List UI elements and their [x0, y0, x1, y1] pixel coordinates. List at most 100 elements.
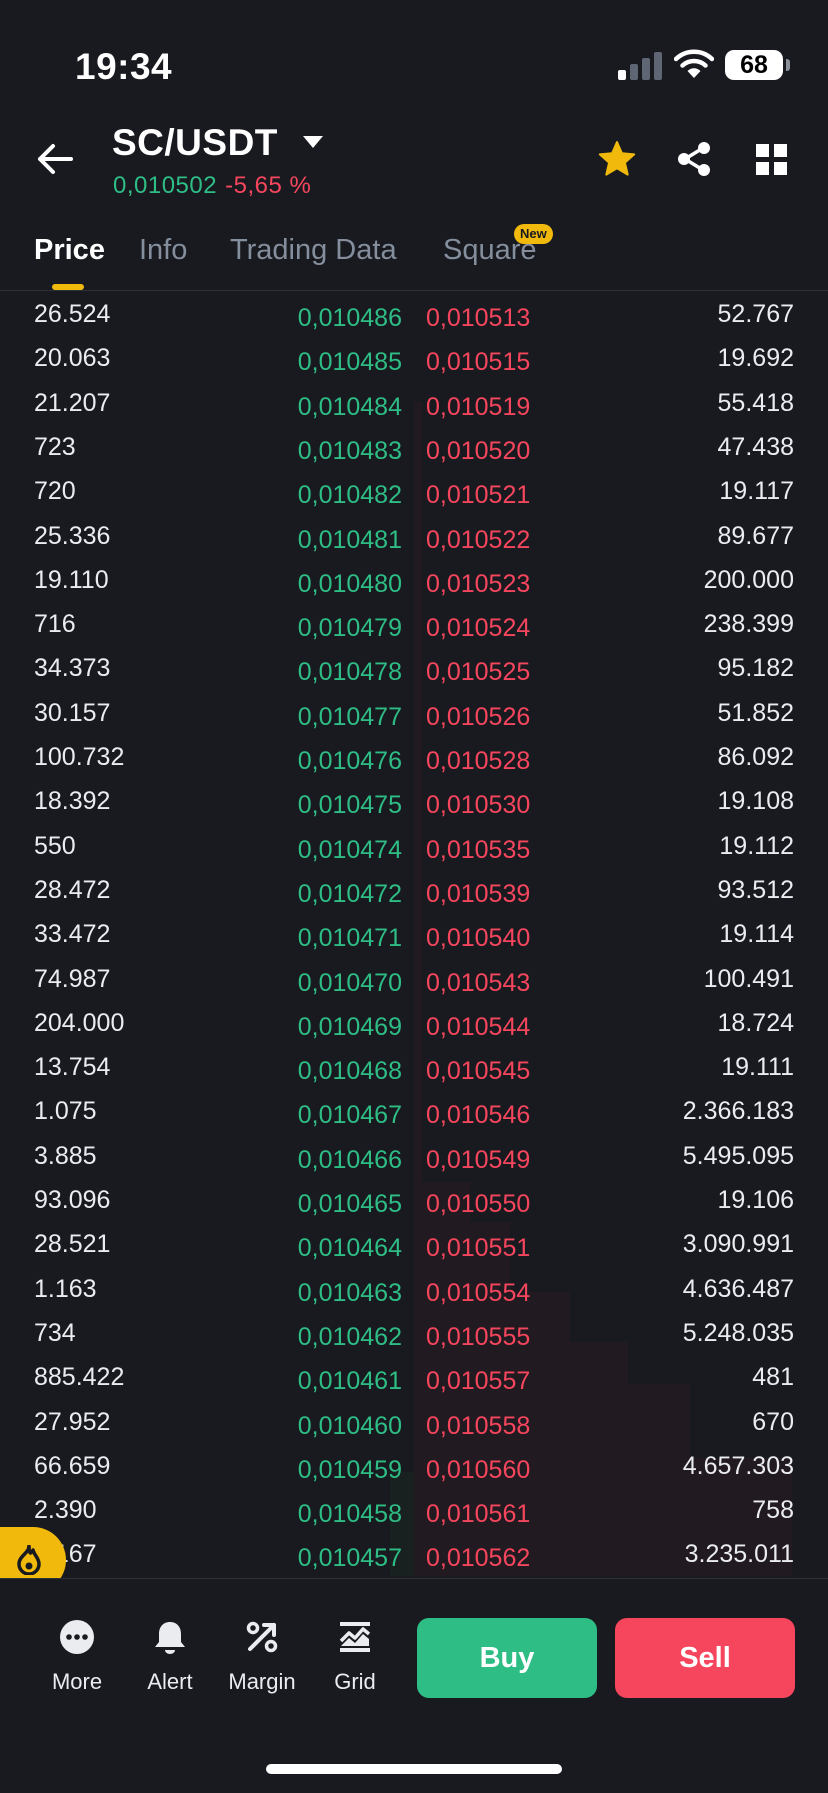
bid-price: 0,010482	[297, 481, 402, 510]
order-book-row[interactable]: 18.392 0,010475 0,010530 19.108	[0, 779, 828, 823]
order-book-row[interactable]: 734 0,010462 0,010555 5.248.035	[0, 1311, 828, 1355]
ask-price: 0,010557	[426, 1367, 531, 1396]
nav-grid[interactable]: Grid	[310, 1619, 400, 1695]
order-book-row[interactable]: 26.524 0,010486 0,010513 52.767	[0, 292, 828, 336]
bid-quantity: 19.110	[34, 565, 109, 594]
more-dots-icon	[60, 1620, 94, 1654]
bid-price: 0,010467	[297, 1101, 402, 1130]
battery-level: 68	[725, 50, 783, 80]
order-book-row[interactable]: 1.075 0,010467 0,010546 2.366.183	[0, 1089, 828, 1133]
ask-quantity: 758	[752, 1496, 794, 1525]
order-book-row[interactable]: 21.207 0,010484 0,010519 55.418	[0, 381, 828, 425]
order-book-row[interactable]: 100.732 0,010476 0,010528 86.092	[0, 735, 828, 779]
bid-price: 0,010460	[297, 1411, 402, 1440]
ask-quantity: 670	[752, 1407, 794, 1436]
bid-quantity: 27.952	[34, 1407, 111, 1436]
buy-button[interactable]: Buy	[417, 1618, 597, 1698]
cellular-signal-icon	[618, 50, 664, 80]
order-book-row[interactable]: 27.952 0,010460 0,010558 670	[0, 1400, 828, 1444]
ask-price: 0,010513	[426, 304, 531, 332]
nav-alert[interactable]: Alert	[125, 1619, 215, 1695]
bid-quantity: 28.521	[34, 1230, 111, 1259]
ask-price: 0,010562	[426, 1544, 531, 1573]
ask-price: 0,010530	[426, 791, 531, 820]
percent-icon	[246, 1621, 278, 1653]
bid-price: 0,010469	[297, 1012, 402, 1041]
battery-tip	[786, 59, 790, 71]
ask-quantity: 19.111	[721, 1053, 794, 1082]
bid-quantity: 13.754	[34, 1053, 111, 1082]
bid-price: 0,010465	[297, 1190, 402, 1218]
grid-icon[interactable]	[756, 144, 788, 176]
bid-quantity: 716	[34, 610, 76, 639]
caret-down-icon[interactable]	[302, 135, 324, 149]
order-book-row[interactable]: 550 0,010474 0,010535 19.112	[0, 824, 828, 868]
order-book-row[interactable]: 9.1670,0104570,0105623.235.011	[0, 1532, 828, 1576]
star-icon[interactable]	[598, 140, 636, 178]
order-book-row[interactable]: 19.110 0,010480 0,010523 200.000	[0, 558, 828, 602]
order-book-row[interactable]: 20.063 0,010485 0,010515 19.692	[0, 336, 828, 380]
ask-price: 0,010522	[426, 525, 531, 554]
status-bar: 19:34 68	[0, 0, 828, 120]
back-arrow-icon[interactable]	[36, 142, 74, 176]
order-book-row[interactable]: 74.987 0,010470 0,010543 100.491	[0, 957, 828, 1001]
ask-price: 0,010551	[426, 1234, 531, 1263]
ask-price: 0,010525	[426, 658, 531, 687]
ask-quantity: 86.092	[717, 743, 794, 771]
ask-quantity: 19.114	[719, 920, 794, 949]
order-book-row[interactable]: 28.472 0,010472 0,010539 93.512	[0, 868, 828, 912]
order-book-row[interactable]: 723 0,010483 0,010520 47.438	[0, 425, 828, 469]
order-book-row[interactable]: 66.659 0,010459 0,010560 4.657.303	[0, 1444, 828, 1488]
ask-price: 0,010561	[426, 1500, 531, 1529]
tab-info[interactable]: Info	[139, 234, 187, 267]
bid-quantity: 66.659	[34, 1451, 111, 1480]
ask-price: 0,010528	[426, 747, 531, 775]
bid-quantity: 1.075	[34, 1097, 97, 1126]
bid-price: 0,010484	[297, 392, 402, 421]
tab-trading-data[interactable]: Trading Data	[230, 234, 397, 267]
wifi-icon	[674, 49, 714, 78]
ask-price: 0,010550	[426, 1190, 531, 1218]
ask-price: 0,010515	[426, 348, 531, 377]
order-book-row[interactable]: 34.373 0,010478 0,010525 95.182	[0, 646, 828, 690]
ask-quantity: 19.692	[717, 344, 794, 373]
bid-quantity: 34.373	[34, 654, 111, 683]
pair-title[interactable]: SC/USDT	[112, 122, 278, 164]
order-book-row[interactable]: 720 0,010482 0,010521 19.117	[0, 469, 828, 513]
order-book-row[interactable]: 2.390 0,010458 0,010561 758	[0, 1488, 828, 1532]
bid-price: 0,010466	[297, 1145, 402, 1174]
order-book-row[interactable]: 13.754 0,010468 0,010545 19.111	[0, 1045, 828, 1089]
ask-price: 0,010535	[426, 835, 531, 864]
sell-button[interactable]: Sell	[615, 1618, 795, 1698]
order-book-row[interactable]: 1.163 0,010463 0,010554 4.636.487	[0, 1267, 828, 1311]
nav-margin[interactable]: Margin	[217, 1619, 307, 1695]
order-book-row[interactable]: 33.472 0,010471 0,010540 19.114	[0, 912, 828, 956]
order-book-row[interactable]: 716 0,010479 0,010524 238.399	[0, 602, 828, 646]
bid-price: 0,010464	[297, 1234, 402, 1263]
order-book-row[interactable]: 93.096 0,010465 0,010550 19.106	[0, 1178, 828, 1222]
bid-price: 0,010458	[297, 1500, 402, 1529]
bid-quantity: 100.732	[34, 743, 125, 771]
nav-more[interactable]: More	[32, 1619, 122, 1695]
bid-quantity: 1.163	[34, 1274, 97, 1303]
ask-quantity: 5.495.095	[682, 1141, 794, 1170]
tabs-divider	[0, 290, 828, 291]
bid-quantity: 30.157	[34, 698, 111, 727]
order-book-row[interactable]: 3.885 0,010466 0,010549 5.495.095	[0, 1134, 828, 1178]
bid-quantity: 21.207	[34, 388, 111, 417]
bell-icon	[155, 1622, 185, 1654]
order-book-row[interactable]: 30.157 0,010477 0,010526 51.852	[0, 691, 828, 735]
ask-price: 0,010555	[426, 1322, 531, 1351]
bid-quantity: 74.987	[34, 964, 111, 993]
home-indicator	[266, 1764, 562, 1774]
ask-price: 0,010523	[426, 569, 531, 598]
tab-price[interactable]: Price	[34, 234, 105, 267]
order-book-row[interactable]: 25.336 0,010481 0,010522 89.677	[0, 514, 828, 558]
order-book-row[interactable]: 885.422 0,010461 0,010557 481	[0, 1355, 828, 1399]
share-icon[interactable]	[676, 141, 712, 177]
grid-bot-icon	[339, 1622, 371, 1652]
bid-price: 0,010483	[297, 436, 402, 465]
ask-quantity: 100.491	[703, 964, 794, 993]
order-book-row[interactable]: 28.521 0,010464 0,010551 3.090.991	[0, 1222, 828, 1266]
order-book-row[interactable]: 204.000 0,010469 0,010544 18.724	[0, 1001, 828, 1045]
